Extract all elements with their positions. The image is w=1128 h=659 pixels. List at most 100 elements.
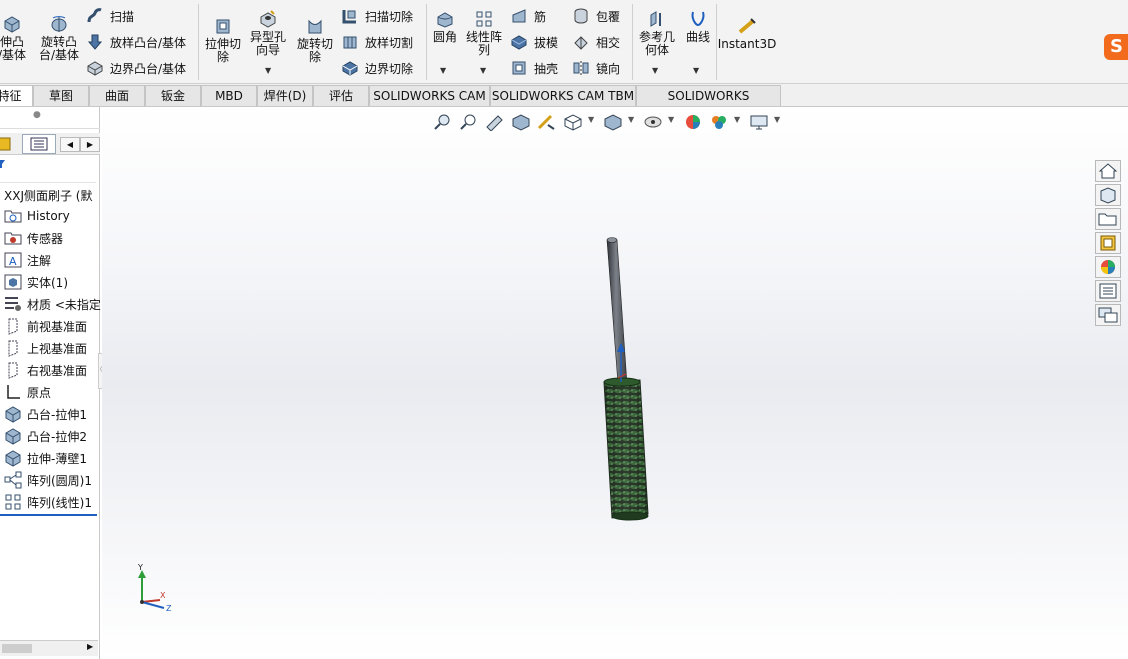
reference-geometry-button[interactable]: 参考几 何体 [636,9,678,57]
filter-icon[interactable] [0,160,5,168]
hide-show-items-icon[interactable] [642,113,664,131]
edit-appearance-icon[interactable] [682,113,704,131]
apply-scene-dropdown-icon[interactable]: ▼ [734,115,740,124]
boundary-boss-label: 边界凸台/基体 [110,61,187,76]
tab-weldments[interactable]: 焊件(D) [257,85,313,106]
revolve-cut-button[interactable]: 旋转切 除 [294,16,336,64]
scroll-right-icon[interactable]: ▶ [87,642,93,651]
rib-button[interactable]: 筋 [510,7,546,25]
tree-item-label: 凸台-拉伸2 [27,429,87,444]
view-settings-icon[interactable] [748,113,770,131]
view-orientation-dropdown-icon[interactable]: ▼ [588,115,594,124]
tree-item-origin[interactable]: 原点 [4,383,51,401]
revolve-boss-button[interactable]: 旋转凸 台/基体 [38,14,80,62]
tree-item-linear-pattern1[interactable]: 阵列(线性)1 [4,493,92,511]
tree-item-label: 实体(1) [27,275,68,290]
draft-button[interactable]: 拔模 [510,33,558,51]
tree-item-circular-pattern1[interactable]: 阵列(圆周)1 [4,471,92,489]
tab-sketch[interactable]: 草图 [33,85,89,106]
rollback-bar[interactable] [0,514,97,516]
property-manager-tab-icon[interactable] [0,135,14,153]
curves-dropdown-icon[interactable]: ▼ [693,66,699,75]
tree-item-boss-extrude1[interactable]: 凸台-拉伸1 [4,405,87,423]
task-pane-view-palette-tab[interactable] [1095,232,1121,254]
panel-next-tab-icon[interactable]: ▶ [80,137,100,152]
appearances-icon [1101,260,1115,274]
tree-item-thin-extrude1[interactable]: 拉伸-薄壁1 [4,449,87,467]
tab-evaluate[interactable]: 评估 [313,85,369,106]
config-tab[interactable] [22,134,56,154]
previous-view-icon[interactable] [484,113,506,131]
tree-item-boss-extrude2[interactable]: 凸台-拉伸2 [4,427,87,445]
annotations-folder-icon: A [4,252,22,268]
zoom-to-fit-icon[interactable] [432,113,454,131]
collapse-handle-icon[interactable]: ● [33,110,41,120]
tree-item-annotations[interactable]: A 注解 [4,251,51,269]
task-pane-home-tab[interactable] [1095,160,1121,182]
tree-item-right-plane[interactable]: 右视基准面 [4,361,87,379]
task-pane-resources-tab[interactable] [1095,184,1121,206]
fillet-icon [437,12,453,28]
tree-root-part[interactable]: XXJ侧面刷子 (默 [4,187,92,204]
hole-wizard-button[interactable]: 异型孔 向导 [247,9,289,57]
panel-collapse-bar[interactable]: ● [0,109,100,129]
fillet-button[interactable]: 圆角 [429,9,461,44]
boss-extrude-button[interactable]: 伸凸 /基体 [0,14,30,62]
task-pane-forum-tab[interactable] [1095,304,1121,326]
tree-item-front-plane[interactable]: 前视基准面 [4,317,87,335]
zoom-to-area-icon[interactable] [458,113,480,131]
mirror-button[interactable]: 镜向 [572,59,620,77]
view-settings-dropdown-icon[interactable]: ▼ [774,115,780,124]
brush-model[interactable] [582,232,682,527]
tab-sheet-metal[interactable]: 钣金 [145,85,201,106]
intersect-button[interactable]: 相交 [572,33,620,51]
curves-button[interactable]: 曲线 [682,9,714,44]
loft-cut-button[interactable]: 放样切割 [341,33,413,51]
section-view-icon[interactable] [510,113,532,131]
tree-item-solid-bodies[interactable]: 实体(1) [4,273,68,291]
task-pane-custom-properties-tab[interactable] [1095,280,1121,302]
hide-show-dropdown-icon[interactable]: ▼ [668,115,674,124]
sweep-cut-button[interactable]: 扫描切除 [341,7,413,25]
graphics-area[interactable]: ◧ ◨ – ❐ ✕ ▼ ▼ ▼ ▼ ▼ [102,107,1128,659]
panel-horizontal-scrollbar[interactable]: ▶ [0,640,98,656]
wrap-button[interactable]: 包覆 [572,7,620,25]
linear-pattern-button[interactable]: 线性阵 列 [463,9,505,57]
tab-solidworks-cam[interactable]: SOLIDWORKS CAM [369,85,490,106]
view-orientation-icon[interactable] [562,113,584,131]
instant3d-button[interactable]: Instant3D [718,16,776,51]
revolve-boss-label: 旋转凸 台/基体 [38,35,80,62]
tree-item-top-plane[interactable]: 上视基准面 [4,339,87,357]
boundary-boss-button[interactable]: 边界凸台/基体 [86,59,186,77]
tab-solidworks-inspection[interactable]: SOLIDWORKS Inspection [636,85,781,123]
boundary-cut-button[interactable]: 边界切除 [341,59,413,77]
tab-mbd[interactable]: MBD [201,85,257,106]
intersect-icon [574,36,588,50]
apply-scene-icon[interactable] [708,113,730,131]
shell-button[interactable]: 抽壳 [510,59,558,77]
task-pane-appearances-tab[interactable] [1095,256,1121,278]
tab-features[interactable]: 特征 [0,85,33,106]
reference-geometry-dropdown-icon[interactable]: ▼ [652,66,658,75]
tab-solidworks-cam-tbm[interactable]: SOLIDWORKS CAM TBM [490,85,636,106]
tab-surfaces[interactable]: 曲面 [89,85,145,106]
dynamic-annotation-icon[interactable] [536,113,558,131]
fillet-dropdown-icon[interactable]: ▼ [440,66,446,75]
panel-prev-tab-icon[interactable]: ◀ [60,137,80,152]
display-style-dropdown-icon[interactable]: ▼ [628,115,634,124]
extrude-cut-button[interactable]: 拉伸切 除 [202,16,244,64]
rib-icon [512,9,526,23]
tree-item-sensors[interactable]: 传感器 [4,229,63,247]
tree-item-label: 上视基准面 [27,341,88,356]
task-pane-file-explorer-tab[interactable] [1095,208,1121,230]
tree-item-material[interactable]: 材质 <未指定 [4,295,101,313]
hole-wizard-dropdown-icon[interactable]: ▼ [265,66,271,75]
sweep-button[interactable]: 扫描 [86,7,134,25]
loft-boss-button[interactable]: 放样凸台/基体 [86,33,186,51]
linear-pattern-dropdown-icon[interactable]: ▼ [480,66,486,75]
hole-wizard-label: 异型孔 向导 [249,30,286,57]
scrollbar-thumb[interactable] [2,644,32,653]
display-style-icon[interactable] [602,113,624,131]
filter-bar[interactable] [0,159,96,183]
tree-item-history[interactable]: History [4,207,70,225]
